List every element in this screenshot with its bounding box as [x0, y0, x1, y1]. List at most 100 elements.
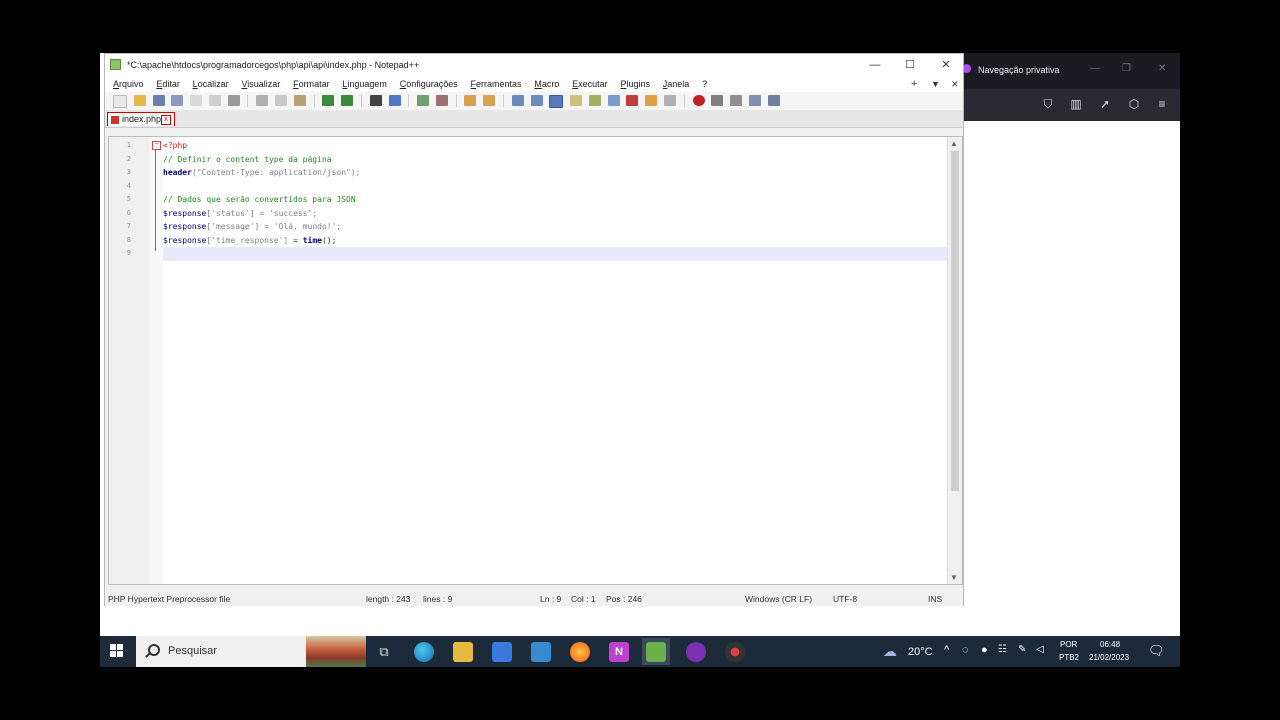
- zoom-in-icon[interactable]: [417, 95, 430, 106]
- code-string: = 'Olá, mundo!';: [259, 222, 342, 231]
- mail-icon[interactable]: [531, 642, 551, 662]
- menu-localizar[interactable]: Localizar: [191, 76, 231, 92]
- code-editor[interactable]: 1 2 3 4 5 6 7 8 9 − <?php // Definir o c…: [108, 136, 963, 585]
- indent-guide-icon[interactable]: [549, 95, 564, 108]
- menu-configuracoes[interactable]: Configurações: [398, 76, 460, 92]
- record-macro-icon[interactable]: [692, 95, 705, 106]
- sync-vertical-icon[interactable]: [464, 95, 477, 106]
- save-all-icon[interactable]: [171, 95, 184, 106]
- folder-workspace-icon[interactable]: [626, 95, 639, 106]
- network-icon[interactable]: ☷: [998, 644, 1007, 655]
- clock-date[interactable]: 21/02/2023: [1089, 653, 1129, 662]
- status-length: length : 243: [366, 594, 411, 604]
- menu-formatar[interactable]: Formatar: [291, 76, 332, 92]
- monitoring-icon[interactable]: [645, 95, 658, 106]
- clock-time[interactable]: 06:48: [1100, 640, 1120, 649]
- view-icon[interactable]: [664, 95, 676, 106]
- dropdown-icon[interactable]: ▼: [931, 76, 940, 92]
- restore-icon[interactable]: ❐: [1122, 63, 1131, 74]
- store-icon[interactable]: [492, 642, 512, 662]
- menu-arquivo[interactable]: Arquivo: [111, 76, 146, 92]
- udl-icon[interactable]: [570, 95, 583, 106]
- library-icon[interactable]: ▥: [1070, 98, 1082, 110]
- sync-horizontal-icon[interactable]: [483, 95, 496, 106]
- save-macro-icon[interactable]: [767, 95, 780, 106]
- menu-linguagem[interactable]: Linguagem: [340, 76, 389, 92]
- stop-macro-icon[interactable]: [711, 95, 724, 106]
- taskbar-search[interactable]: Pesquisar: [136, 636, 306, 667]
- menu-macro[interactable]: Macro: [532, 76, 561, 92]
- doc-map-icon[interactable]: [588, 95, 601, 106]
- show-all-chars-icon[interactable]: [530, 95, 543, 106]
- cut-icon[interactable]: [256, 95, 269, 106]
- task-view-icon[interactable]: ⧉: [374, 642, 394, 662]
- pen-icon[interactable]: ✎: [1018, 644, 1026, 655]
- new-file-icon[interactable]: [113, 95, 127, 108]
- account-icon[interactable]: ➚: [1099, 98, 1111, 110]
- scroll-up-icon[interactable]: ▲: [950, 139, 958, 148]
- code-variable: $response: [163, 208, 207, 218]
- close-file-icon[interactable]: [190, 95, 203, 106]
- close-all-icon[interactable]: [208, 95, 221, 106]
- edge-icon[interactable]: [414, 642, 434, 662]
- open-file-icon[interactable]: [133, 95, 146, 106]
- toolbar-separator: [408, 95, 410, 107]
- pocket-icon[interactable]: ⛉: [1042, 98, 1054, 110]
- print-icon[interactable]: [227, 95, 240, 106]
- menu-executar[interactable]: Executar: [570, 76, 610, 92]
- scrollbar-thumb[interactable]: [951, 151, 959, 491]
- microphone-icon[interactable]: ●: [981, 644, 988, 656]
- code-function: header: [163, 168, 192, 177]
- save-icon[interactable]: [152, 95, 165, 106]
- find-icon[interactable]: [369, 95, 382, 106]
- toolbar-separator: [455, 95, 457, 107]
- weather-temp[interactable]: 20°C: [908, 646, 933, 658]
- fold-collapse-icon[interactable]: −: [152, 141, 161, 150]
- run-macro-multiple-icon[interactable]: [748, 95, 761, 106]
- notifications-icon[interactable]: 🗨: [1148, 643, 1165, 659]
- firefox-icon[interactable]: [570, 642, 590, 662]
- redo-icon[interactable]: [341, 95, 354, 106]
- tab-index-php[interactable]: index.php x: [107, 112, 175, 126]
- file-explorer-icon[interactable]: [453, 642, 473, 662]
- extensions-icon[interactable]: ⬡: [1128, 98, 1140, 110]
- undo-icon[interactable]: [322, 95, 335, 106]
- volume-icon[interactable]: ◁: [1036, 644, 1044, 655]
- chevron-up-icon[interactable]: ^: [944, 644, 949, 656]
- code-area[interactable]: <?php // Definir o content type da págin…: [163, 137, 948, 584]
- menu-janela[interactable]: Janela: [661, 76, 692, 92]
- menu-plugins[interactable]: Plugins: [618, 76, 652, 92]
- close-doc-icon[interactable]: ✕: [951, 76, 959, 92]
- close-icon[interactable]: ✕: [1158, 63, 1166, 74]
- menu-icon[interactable]: ≡: [1156, 98, 1168, 110]
- maximize-button[interactable]: ☐: [896, 56, 924, 74]
- menu-ferramentas[interactable]: Ferramentas: [469, 76, 524, 92]
- scroll-down-icon[interactable]: ▼: [950, 573, 958, 582]
- language-top[interactable]: POR: [1060, 640, 1077, 649]
- line-number: 3: [126, 168, 131, 176]
- close-button[interactable]: ✕: [932, 56, 960, 74]
- notepadpp-icon[interactable]: [646, 642, 666, 662]
- zoom-out-icon[interactable]: [435, 95, 448, 106]
- copy-icon[interactable]: [275, 95, 288, 106]
- vertical-scrollbar[interactable]: ▲ ▼: [947, 137, 962, 584]
- firefox-private-icon[interactable]: [686, 642, 706, 662]
- search-icon: [148, 644, 160, 656]
- recorder-icon[interactable]: [725, 642, 745, 662]
- menu-visualizar[interactable]: Visualizar: [239, 76, 282, 92]
- menu-help[interactable]: ?: [700, 76, 709, 92]
- menu-editar[interactable]: Editar: [154, 76, 182, 92]
- paste-icon[interactable]: [293, 95, 306, 106]
- word-wrap-icon[interactable]: [511, 95, 524, 106]
- tab-close-icon[interactable]: x: [161, 115, 171, 125]
- function-list-icon[interactable]: [607, 95, 620, 106]
- minimize-button[interactable]: —: [861, 56, 889, 74]
- start-button[interactable]: [110, 644, 124, 658]
- minimize-icon[interactable]: —: [1090, 63, 1100, 74]
- add-icon[interactable]: +: [911, 76, 917, 92]
- onedrive-icon[interactable]: ◌: [962, 644, 969, 656]
- language-bottom[interactable]: PTB2: [1059, 653, 1079, 662]
- nvda-icon[interactable]: N: [609, 642, 629, 662]
- replace-icon[interactable]: [388, 95, 401, 106]
- play-macro-icon[interactable]: [730, 95, 743, 106]
